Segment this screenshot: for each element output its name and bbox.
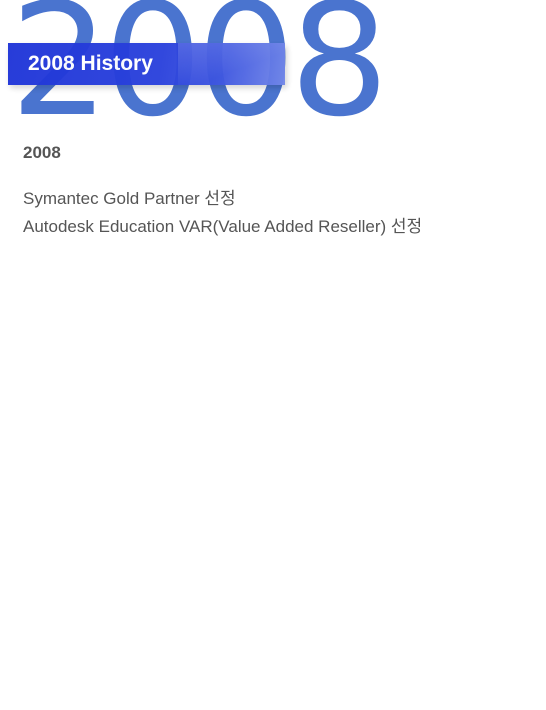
section-year-heading: 2008	[23, 143, 61, 162]
page-title: 2008 History	[28, 52, 153, 75]
history-event-item: Symantec Gold Partner 선정	[23, 189, 236, 208]
history-hero: 2008 2008 History	[0, 0, 546, 138]
history-event-list: Symantec Gold Partner 선정 Autodesk Educat…	[23, 185, 422, 241]
hero-title-banner: 2008 History	[8, 43, 285, 85]
history-event-item: Autodesk Education VAR(Value Added Resel…	[23, 217, 423, 236]
